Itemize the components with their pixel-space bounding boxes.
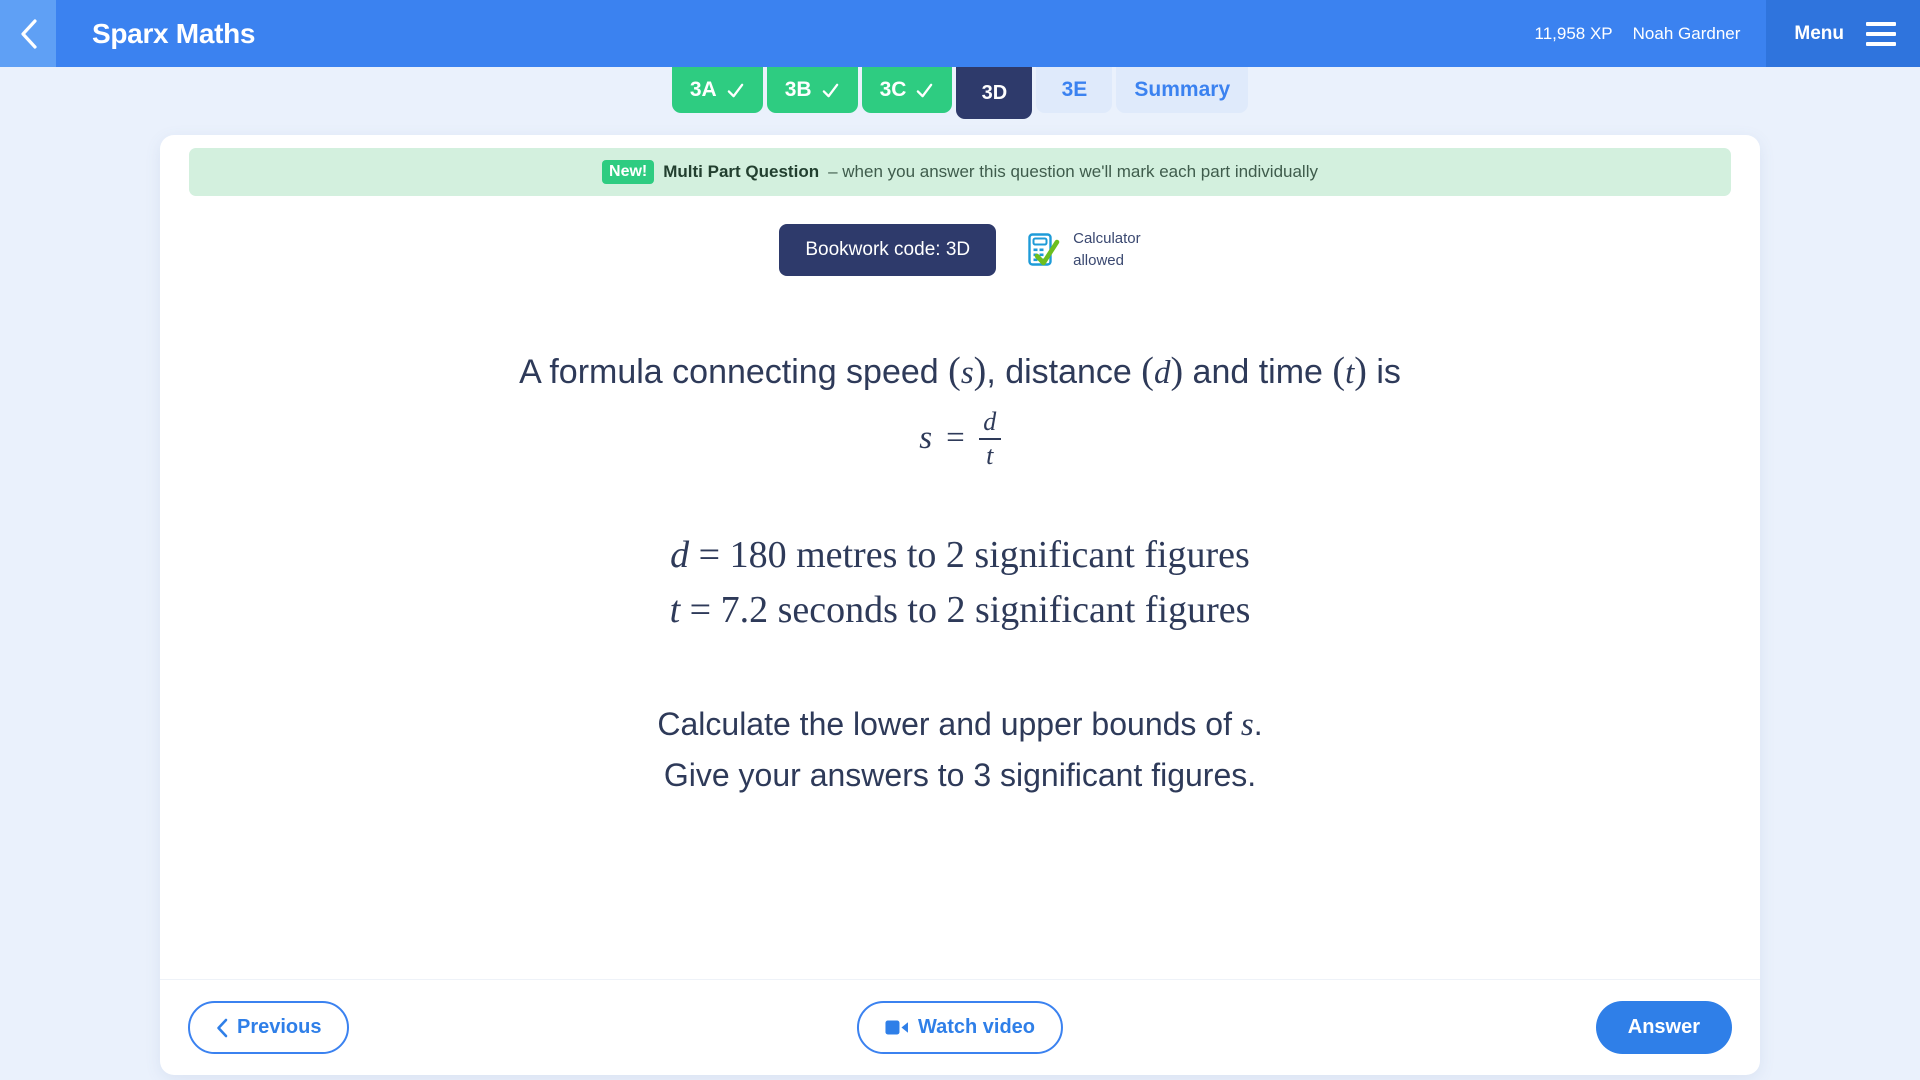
formula-lhs-s: s bbox=[919, 420, 933, 457]
previous-label: Previous bbox=[237, 1016, 322, 1038]
bookwork-code-pill: Bookwork code: 3D bbox=[779, 224, 997, 276]
paren-close-d: ) bbox=[1170, 350, 1184, 392]
given-values: d = 180 metres to 2 significant figures … bbox=[670, 528, 1251, 638]
instruction-line-1: Calculate the lower and upper bounds of … bbox=[657, 700, 1262, 751]
check-icon bbox=[917, 83, 933, 97]
intro-text-a: A formula connecting speed bbox=[519, 353, 949, 391]
paren-open-t: ( bbox=[1332, 350, 1346, 392]
card-footer: Previous Watch video Answer bbox=[160, 979, 1760, 1075]
formula-fraction: d t bbox=[978, 406, 1001, 470]
chevron-left-icon bbox=[217, 1018, 228, 1037]
calculator-allowed-block: Calculator allowed bbox=[1024, 228, 1141, 272]
hamburger-icon bbox=[1866, 21, 1896, 46]
xp-counter: 11,958 XP bbox=[1534, 23, 1613, 43]
chevron-left-icon bbox=[20, 18, 37, 49]
calculator-check-icon bbox=[1028, 233, 1060, 266]
given-d-equals: = bbox=[698, 533, 721, 576]
instruction-1-text-a: Calculate the lower and upper bounds of bbox=[657, 705, 1241, 742]
paren-open-d: ( bbox=[1141, 350, 1154, 392]
tab-3d[interactable]: 3D bbox=[956, 67, 1033, 119]
instruction-1-text-b: . bbox=[1253, 705, 1263, 742]
var-t-intro: t bbox=[1345, 355, 1355, 391]
app-title: Sparx Maths bbox=[92, 17, 256, 49]
answer-button[interactable]: Answer bbox=[1595, 1001, 1732, 1054]
instruction-line-2: Give your answers to 3 significant figur… bbox=[663, 756, 1257, 793]
given-t-value: 7.2 bbox=[720, 588, 769, 631]
fraction-bar bbox=[978, 437, 1001, 440]
video-camera-icon bbox=[885, 1020, 908, 1035]
intro-text-end: is bbox=[1366, 353, 1401, 391]
intro-text-b: , distance bbox=[986, 353, 1142, 391]
multi-part-banner: New! Multi Part Question – when you answ… bbox=[189, 148, 1731, 196]
given-t-equals: = bbox=[689, 588, 712, 631]
watch-video-button[interactable]: Watch video bbox=[856, 1001, 1064, 1054]
tab-3b-label: 3B bbox=[784, 78, 812, 101]
intro-text-c: and time bbox=[1183, 353, 1333, 391]
question-card: New! Multi Part Question – when you answ… bbox=[160, 135, 1760, 1075]
task-tabs: 3A 3B 3C 3D 3E Summary bbox=[0, 67, 1920, 119]
given-time-line: t = 7.2 seconds to 2 significant figures bbox=[670, 583, 1251, 638]
user-name: Noah Gardner bbox=[1632, 23, 1741, 43]
previous-button[interactable]: Previous bbox=[188, 1001, 350, 1054]
given-d-value: 180 bbox=[729, 533, 787, 576]
question-meta: Bookwork code: 3D Calculator allowed bbox=[160, 224, 1760, 276]
tab-summary[interactable]: Summary bbox=[1116, 67, 1249, 113]
tab-3e[interactable]: 3E bbox=[1036, 67, 1113, 113]
paren-close-t: ) bbox=[1354, 350, 1367, 392]
calculator-allowed-text: Calculator allowed bbox=[1073, 228, 1141, 272]
formula-equation: s = d t bbox=[919, 406, 1001, 470]
new-badge: New! bbox=[602, 160, 655, 184]
tab-3c[interactable]: 3C bbox=[861, 67, 953, 113]
question-body: A formula connecting speed (s), distance… bbox=[160, 276, 1760, 979]
check-icon bbox=[727, 83, 743, 97]
fraction-numerator-d: d bbox=[983, 406, 997, 436]
tab-3c-label: 3C bbox=[879, 78, 907, 101]
banner-title: Multi Part Question bbox=[663, 162, 820, 181]
given-distance-line: d = 180 metres to 2 significant figures bbox=[670, 528, 1251, 583]
instruction-1-var-s: s bbox=[1240, 706, 1254, 743]
menu-button[interactable]: Menu bbox=[1766, 0, 1920, 67]
question-intro-line: A formula connecting speed (s), distance… bbox=[519, 348, 1401, 396]
tab-3a[interactable]: 3A bbox=[671, 67, 763, 113]
question-instructions: Calculate the lower and upper bounds of … bbox=[657, 700, 1262, 801]
paren-close-s: ) bbox=[973, 350, 987, 392]
given-d-var: d bbox=[670, 533, 690, 576]
given-t-var: t bbox=[669, 588, 681, 631]
fraction-denominator-t: t bbox=[986, 440, 994, 470]
answer-label: Answer bbox=[1627, 1016, 1700, 1038]
banner-description: – when you answer this question we'll ma… bbox=[828, 162, 1318, 181]
var-s-intro: s bbox=[960, 355, 974, 391]
calculator-allowed-line2: allowed bbox=[1073, 252, 1124, 269]
tab-3e-label: 3E bbox=[1061, 78, 1088, 101]
menu-label: Menu bbox=[1794, 22, 1844, 44]
calculator-allowed-line1: Calculator bbox=[1073, 230, 1141, 248]
var-d-intro: d bbox=[1153, 355, 1171, 391]
tab-summary-label: Summary bbox=[1134, 78, 1231, 101]
tab-3d-label: 3D bbox=[981, 81, 1008, 104]
back-button[interactable] bbox=[0, 0, 56, 67]
tab-3b[interactable]: 3B bbox=[766, 67, 858, 113]
given-d-text: metres to 2 significant figures bbox=[796, 533, 1250, 576]
check-icon bbox=[822, 83, 838, 97]
watch-video-label: Watch video bbox=[917, 1016, 1036, 1038]
formula-equals: = bbox=[946, 420, 965, 457]
paren-open-s: ( bbox=[948, 350, 961, 392]
tab-3a-label: 3A bbox=[689, 78, 717, 101]
app-header: Sparx Maths 11,958 XP Noah Gardner Menu bbox=[0, 0, 1920, 67]
given-t-text: seconds to 2 significant figures bbox=[777, 588, 1251, 631]
